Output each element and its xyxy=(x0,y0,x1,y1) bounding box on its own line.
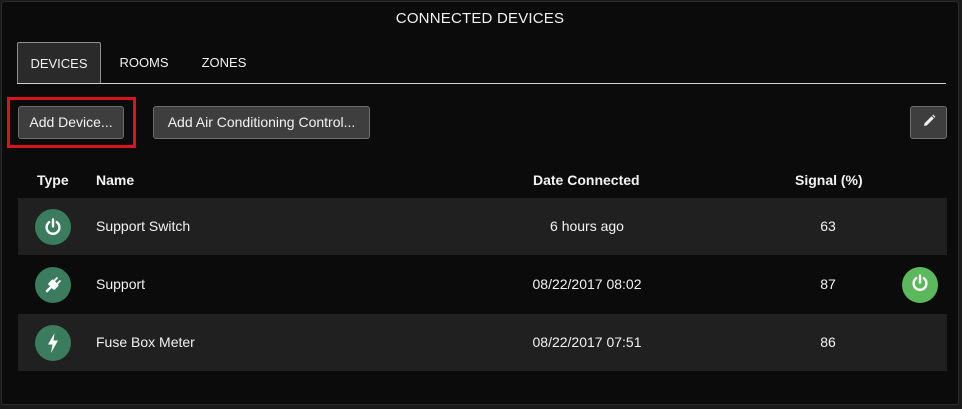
column-header-type: Type xyxy=(37,172,69,188)
pencil-icon xyxy=(922,114,936,131)
device-name: Support xyxy=(96,276,146,292)
column-header-date-connected: Date Connected xyxy=(533,172,640,188)
add-air-conditioning-control-button[interactable]: Add Air Conditioning Control... xyxy=(153,106,370,139)
table-row[interactable]: Support Switch 6 hours ago 63 xyxy=(18,198,947,255)
power-icon xyxy=(35,209,71,245)
lightning-icon xyxy=(35,325,71,361)
page-title: CONNECTED DEVICES xyxy=(395,10,565,27)
signal-value: 87 xyxy=(820,276,836,292)
tab-zones[interactable]: ZONES xyxy=(196,42,252,83)
tab-rooms[interactable]: ROOMS xyxy=(113,42,175,83)
date-connected: 08/22/2017 08:02 xyxy=(532,276,642,292)
power-toggle-button[interactable] xyxy=(902,267,938,303)
table-row[interactable]: Support 08/22/2017 08:02 87 xyxy=(18,256,947,313)
add-device-button[interactable]: Add Device... xyxy=(18,106,124,139)
plug-icon xyxy=(35,267,71,303)
device-name: Fuse Box Meter xyxy=(96,334,195,350)
power-icon xyxy=(910,273,930,298)
signal-value: 63 xyxy=(820,218,836,234)
table-row[interactable]: Fuse Box Meter 08/22/2017 07:51 86 xyxy=(18,314,947,371)
signal-value: 86 xyxy=(820,334,836,350)
tab-bar: DEVICES ROOMS ZONES xyxy=(17,42,946,84)
connected-devices-panel: CONNECTED DEVICES DEVICES ROOMS ZONES Ad… xyxy=(1,1,959,405)
tab-devices[interactable]: DEVICES xyxy=(17,42,101,83)
edit-button[interactable] xyxy=(910,106,947,139)
device-name: Support Switch xyxy=(96,218,191,234)
column-header-name: Name xyxy=(96,172,135,188)
date-connected: 08/22/2017 07:51 xyxy=(532,334,642,350)
date-connected: 6 hours ago xyxy=(550,218,624,234)
column-header-signal: Signal (%) xyxy=(795,172,863,188)
